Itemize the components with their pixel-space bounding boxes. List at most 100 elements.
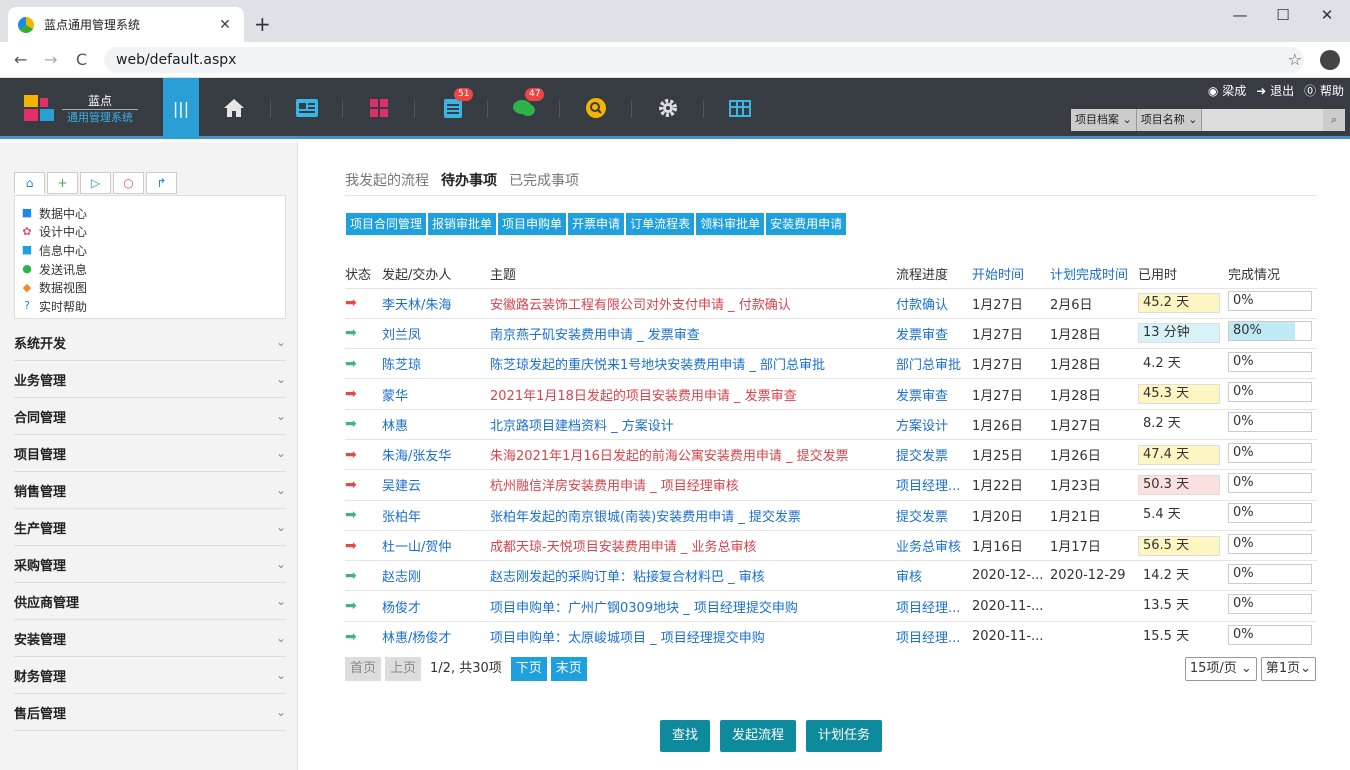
profile-avatar-icon[interactable]	[1320, 50, 1340, 70]
news-icon[interactable]	[294, 96, 320, 120]
row-person-link[interactable]: 杜一山/贺仲	[382, 529, 490, 561]
table-row[interactable]: ➡ 李天林/朱海 安徽路云装饰工程有限公司对外支付申请 _ 付款确认 付款确认 1月27…	[345, 287, 1317, 319]
filter-tab[interactable]: 报销审批单	[428, 213, 497, 235]
last-page-button[interactable]: 末页	[550, 657, 587, 681]
row-person-link[interactable]: 杨俊才	[382, 590, 490, 622]
search-scope-select[interactable]: 项目档案 ⌄	[1071, 109, 1137, 131]
messages-icon[interactable]: 47	[511, 88, 545, 120]
org-chart-icon[interactable]	[727, 96, 753, 120]
column-header[interactable]: 开始时间	[972, 260, 1050, 288]
play-icon[interactable]: ▷	[80, 172, 111, 194]
quick-link-item[interactable]: ■ 信息中心	[21, 241, 285, 260]
row-subject-link[interactable]: 南京燕子矶安装费用申请 _ 发票审查	[490, 317, 896, 349]
search-circle-icon[interactable]	[583, 96, 609, 120]
page-size-select[interactable]: 15项/页 ⌄	[1184, 657, 1257, 681]
search-icon[interactable]: ○	[113, 172, 144, 194]
sidebar-menu-group[interactable]: 财务管理 ⌄	[14, 657, 286, 694]
row-subject-link[interactable]: 赵志刚发起的采购订单：粘接复合材料巴 _ 审核	[490, 560, 896, 591]
row-person-link[interactable]: 陈芝琼	[382, 348, 490, 379]
row-person-link[interactable]: 赵志刚	[382, 560, 490, 591]
table-row[interactable]: ➡ 林惠 北京路项目建档资料 _ 方案设计 方案设计 1月26日 1月27日 8.2 天 0%	[345, 408, 1317, 440]
row-subject-link[interactable]: 杭州融信洋房安装费用申请 _ 项目经理审核	[490, 469, 896, 501]
filter-tab[interactable]: 订单流程表	[626, 213, 695, 235]
row-step-link[interactable]: 提交发票	[896, 499, 972, 531]
sidebar-menu-group[interactable]: 安装管理 ⌄	[14, 620, 286, 657]
sidebar-menu-group[interactable]: 销售管理 ⌄	[14, 472, 286, 509]
row-subject-link[interactable]: 项目申购单：太原峻城项目 _ 项目经理提交申购	[490, 620, 896, 652]
first-page-button[interactable]: 首页	[345, 657, 382, 681]
quick-link-item[interactable]: ◆ 数据视图	[21, 278, 285, 297]
settings-gear-icon[interactable]	[655, 96, 681, 120]
row-person-link[interactable]: 林惠/杨俊才	[382, 620, 490, 652]
column-header[interactable]: 发起/交办人	[382, 260, 490, 288]
share-icon[interactable]: ↱	[146, 172, 177, 194]
filter-tab[interactable]: 项目申购单	[498, 213, 567, 235]
row-step-link[interactable]: 项目经理...	[896, 620, 972, 652]
table-row[interactable]: ➡ 刘兰凤 南京燕子矶安装费用申请 _ 发票审查 发票审查 1月27日 1月28日 13 分…	[345, 317, 1317, 349]
home-icon[interactable]: ⌂	[14, 172, 45, 194]
url-field[interactable]: web/default.aspx	[104, 47, 1304, 73]
action-button[interactable]: 计划任务	[806, 720, 883, 752]
home-icon[interactable]	[221, 96, 247, 120]
row-step-link[interactable]: 项目经理...	[896, 469, 972, 501]
filter-tab[interactable]: 安装费用申请	[766, 213, 847, 235]
row-person-link[interactable]: 朱海/张友华	[382, 438, 490, 470]
apps-grid-icon[interactable]	[366, 96, 392, 120]
process-tab[interactable]: 我发起的流程	[345, 170, 429, 195]
process-tab[interactable]: 待办事项	[441, 170, 497, 195]
filter-tab[interactable]: 项目合同管理	[346, 213, 427, 235]
search-icon[interactable]: ⌕	[1323, 109, 1345, 131]
prev-page-button[interactable]: 上页	[385, 657, 422, 681]
sidebar-menu-group[interactable]: 供应商管理 ⌄	[14, 583, 286, 620]
page-number-select[interactable]: 第1页⌄	[1260, 657, 1316, 681]
row-step-link[interactable]: 项目经理...	[896, 590, 972, 622]
sidebar-menu-group[interactable]: 生产管理 ⌄	[14, 509, 286, 546]
search-input[interactable]	[1202, 109, 1323, 131]
row-person-link[interactable]: 蒙华	[382, 378, 490, 410]
column-header[interactable]: 流程进度	[896, 260, 972, 288]
row-subject-link[interactable]: 成都天琼-天悦项目安装费用申请 _ 业务总审核	[490, 529, 896, 561]
next-page-button[interactable]: 下页	[510, 657, 547, 681]
column-header[interactable]: 已用时	[1138, 260, 1228, 288]
search-field-select[interactable]: 项目名称 ⌄	[1137, 109, 1203, 131]
menu-toggle-button[interactable]: |||	[163, 78, 199, 139]
sidebar-menu-group[interactable]: 业务管理 ⌄	[14, 361, 286, 398]
filter-tab[interactable]: 领料审批单	[696, 213, 765, 235]
row-person-link[interactable]: 李天林/朱海	[382, 287, 490, 319]
row-subject-link[interactable]: 北京路项目建档资料 _ 方案设计	[490, 408, 896, 440]
maximize-icon[interactable]: ☐	[1260, 6, 1306, 24]
bookmark-star-icon[interactable]: ☆	[1288, 50, 1302, 69]
row-person-link[interactable]: 刘兰凤	[382, 317, 490, 349]
row-step-link[interactable]: 业务总审核	[896, 529, 972, 561]
column-header[interactable]: 计划完成时间	[1050, 260, 1138, 288]
action-button[interactable]: 发起流程	[720, 720, 797, 752]
table-row[interactable]: ➡ 林惠/杨俊才 项目申购单：太原峻城项目 _ 项目经理提交申购 项目经理... 202…	[345, 620, 1317, 652]
logout-link[interactable]: ➜ 退出	[1256, 82, 1294, 99]
row-person-link[interactable]: 吴建云	[382, 469, 490, 501]
column-header[interactable]: 状态	[345, 260, 382, 288]
reload-icon[interactable]: C	[76, 50, 87, 69]
tasks-icon[interactable]: 51	[440, 88, 474, 120]
row-person-link[interactable]: 林惠	[382, 408, 490, 440]
help-link[interactable]: ⓪ 帮助	[1304, 82, 1344, 99]
row-subject-link[interactable]: 安徽路云装饰工程有限公司对外支付申请 _ 付款确认	[490, 287, 896, 319]
row-subject-link[interactable]: 朱海2021年1月16日发起的前海公寓安装费用申请 _ 提交发票	[490, 438, 896, 470]
filter-tab[interactable]: 开票申请	[568, 213, 625, 235]
new-tab-icon[interactable]: +	[254, 12, 271, 36]
row-step-link[interactable]: 提交发票	[896, 438, 972, 470]
column-header[interactable]: 完成情况	[1228, 260, 1317, 288]
row-step-link[interactable]: 发票审查	[896, 378, 972, 410]
row-subject-link[interactable]: 张柏年发起的南京银城(南装)安装费用申请 _ 提交发票	[490, 499, 896, 531]
row-subject-link[interactable]: 项目申购单：广州广钢0309地块 _ 项目经理提交申购	[490, 590, 896, 622]
minimize-icon[interactable]: —	[1217, 6, 1263, 24]
action-button[interactable]: 查找	[660, 720, 711, 752]
forward-icon[interactable]: →	[44, 50, 57, 69]
table-row[interactable]: ➡ 赵志刚 赵志刚发起的采购订单：粘接复合材料巴 _ 审核 审核 2020-12-...…	[345, 560, 1317, 591]
tab-close-icon[interactable]: ✕	[216, 17, 234, 33]
table-row[interactable]: ➡ 蒙华 2021年1月18日发起的项目安装费用申请 _ 发票审查 发票审查 1月27日…	[345, 378, 1317, 410]
row-step-link[interactable]: 部门总审批	[896, 348, 972, 379]
row-subject-link[interactable]: 2021年1月18日发起的项目安装费用申请 _ 发票审查	[490, 378, 896, 410]
back-icon[interactable]: ←	[14, 50, 27, 69]
table-row[interactable]: ➡ 朱海/张友华 朱海2021年1月16日发起的前海公寓安装费用申请 _ 提交发票提…	[345, 438, 1317, 470]
row-step-link[interactable]: 发票审查	[896, 317, 972, 349]
